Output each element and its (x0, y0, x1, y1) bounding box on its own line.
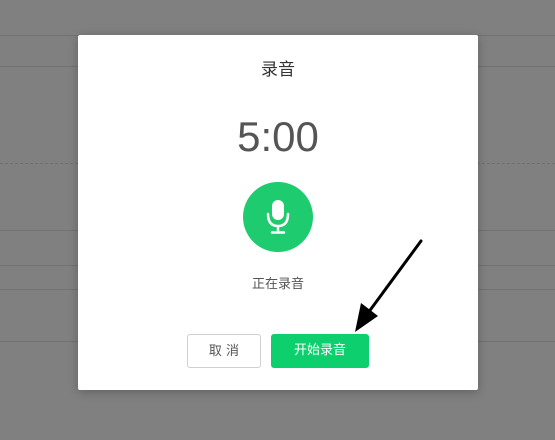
start-recording-button[interactable]: 开始录音 (271, 334, 369, 368)
recording-dialog: 录音 5:00 正在录音 取 消 开始录音 (78, 35, 478, 390)
dialog-title: 录音 (261, 60, 295, 80)
record-button[interactable] (243, 182, 313, 252)
microphone-icon (266, 200, 290, 234)
countdown-timer: 5:00 (237, 113, 319, 160)
cancel-button[interactable]: 取 消 (187, 334, 261, 368)
recording-status: 正在录音 (251, 277, 304, 292)
